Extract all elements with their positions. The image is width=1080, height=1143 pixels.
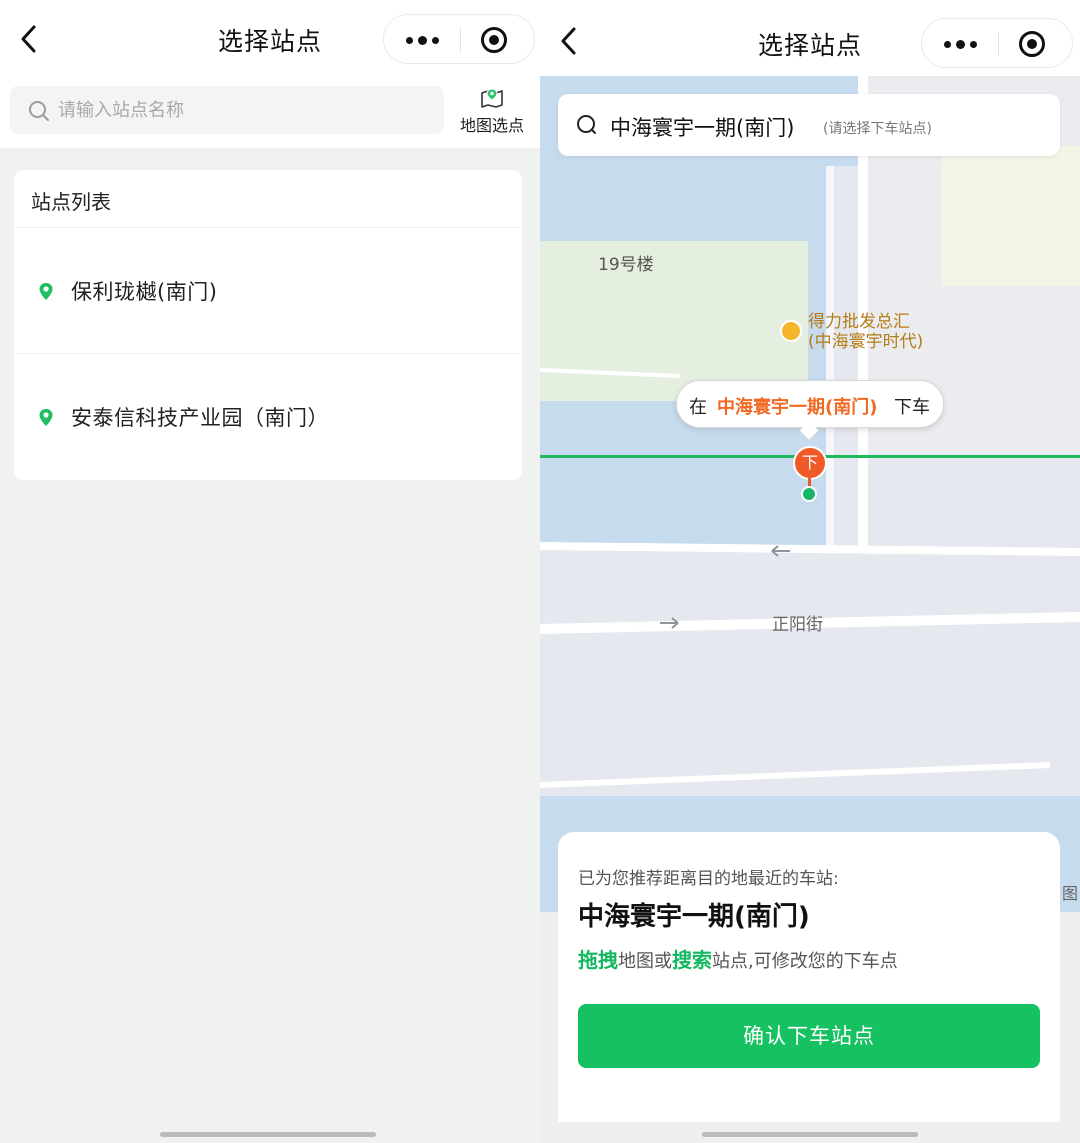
- location-pin-icon: [39, 283, 53, 300]
- hint-drag: 拖拽: [578, 948, 618, 972]
- callout-station: 中海寰宇一期(南门): [717, 397, 878, 418]
- capsule-divider: [460, 28, 461, 52]
- search-icon: [577, 115, 596, 134]
- recommend-text: 已为您推荐距离目的地最近的车站:: [578, 869, 839, 889]
- more-dots-icon: [406, 37, 413, 44]
- close-mini-program-button[interactable]: [470, 15, 530, 65]
- more-dot: [432, 37, 439, 44]
- station-list-card: 站点列表 保利珑樾(南门) 安泰信科技产业园（南门）: [14, 170, 522, 480]
- more-dot: [970, 41, 977, 48]
- selected-station-value: 中海寰宇一期(南门): [610, 116, 795, 140]
- station-search-box: [10, 86, 444, 134]
- map-select-screen: 选择站点 19号楼 得力批发总汇 (中海寰宇时代) 正阳街 中海寰宇一期(南门)…: [540, 0, 1080, 1143]
- station-name: 保利珑樾(南门): [71, 280, 218, 304]
- search-hint: (请选择下车站点): [823, 121, 932, 137]
- more-button[interactable]: [384, 15, 460, 65]
- building-label: 19号楼: [598, 255, 654, 275]
- drop-off-location-dot: [801, 486, 817, 502]
- modify-hint: 拖拽地图或搜索站点,可修改您的下车点: [578, 944, 898, 973]
- callout-prefix: 在: [689, 397, 707, 418]
- list-item[interactable]: 保利珑樾(南门): [14, 228, 522, 354]
- nav-bar: 选择站点: [540, 0, 1080, 76]
- location-pin-icon: [39, 409, 53, 426]
- map-pick-button[interactable]: 地图选点: [452, 84, 532, 140]
- map-pick-label: 地图选点: [459, 116, 524, 135]
- confirm-station-button[interactable]: 确认下车站点: [578, 1004, 1040, 1068]
- target-icon: [1019, 31, 1045, 57]
- recommended-station: 中海寰宇一期(南门): [578, 902, 810, 932]
- map-edge-label: 图: [1062, 884, 1079, 903]
- poi-shop-icon[interactable]: [780, 320, 802, 342]
- home-indicator[interactable]: [160, 1132, 376, 1137]
- search-row: 地图选点: [0, 80, 540, 148]
- close-mini-program-button[interactable]: [1008, 19, 1068, 69]
- station-list-screen: 选择站点 地图选点 站点列: [0, 0, 540, 1143]
- callout-suffix: 下车: [894, 397, 930, 418]
- hint-mid: 地图或: [618, 951, 672, 972]
- more-dot: [418, 36, 427, 45]
- mini-program-capsule: [921, 18, 1073, 68]
- hint-end: 站点,可修改您的下车点: [712, 951, 898, 972]
- home-indicator[interactable]: [702, 1132, 918, 1137]
- station-list-title: 站点列表: [31, 190, 111, 214]
- search-icon: [29, 101, 49, 121]
- map-pin-icon: [481, 88, 503, 108]
- street-label: 正阳街: [772, 615, 823, 635]
- map-search-bar[interactable]: 中海寰宇一期(南门) (请选择下车站点): [558, 94, 1060, 156]
- hint-search: 搜索: [672, 948, 712, 972]
- recommend-card: 已为您推荐距离目的地最近的车站: 中海寰宇一期(南门) 拖拽地图或搜索站点,可修…: [558, 832, 1060, 1122]
- poi-name[interactable]: 得力批发总汇: [808, 312, 910, 332]
- target-icon: [481, 27, 507, 53]
- station-callout: 在 中海寰宇一期(南门) 下车: [676, 380, 944, 428]
- list-item[interactable]: 安泰信科技产业园（南门）: [14, 354, 522, 480]
- poi-subname: (中海寰宇时代): [808, 332, 924, 352]
- station-name: 安泰信科技产业园（南门）: [71, 406, 329, 430]
- more-dots-icon: [944, 41, 951, 48]
- drop-off-pin[interactable]: 下: [793, 446, 827, 480]
- mini-program-capsule: [383, 14, 535, 64]
- nav-bar: 选择站点: [0, 0, 540, 80]
- more-dot: [956, 40, 965, 49]
- more-button[interactable]: [922, 19, 998, 69]
- station-search-input[interactable]: [58, 94, 428, 126]
- capsule-divider: [998, 32, 999, 56]
- station-list-header: 站点列表: [14, 170, 522, 228]
